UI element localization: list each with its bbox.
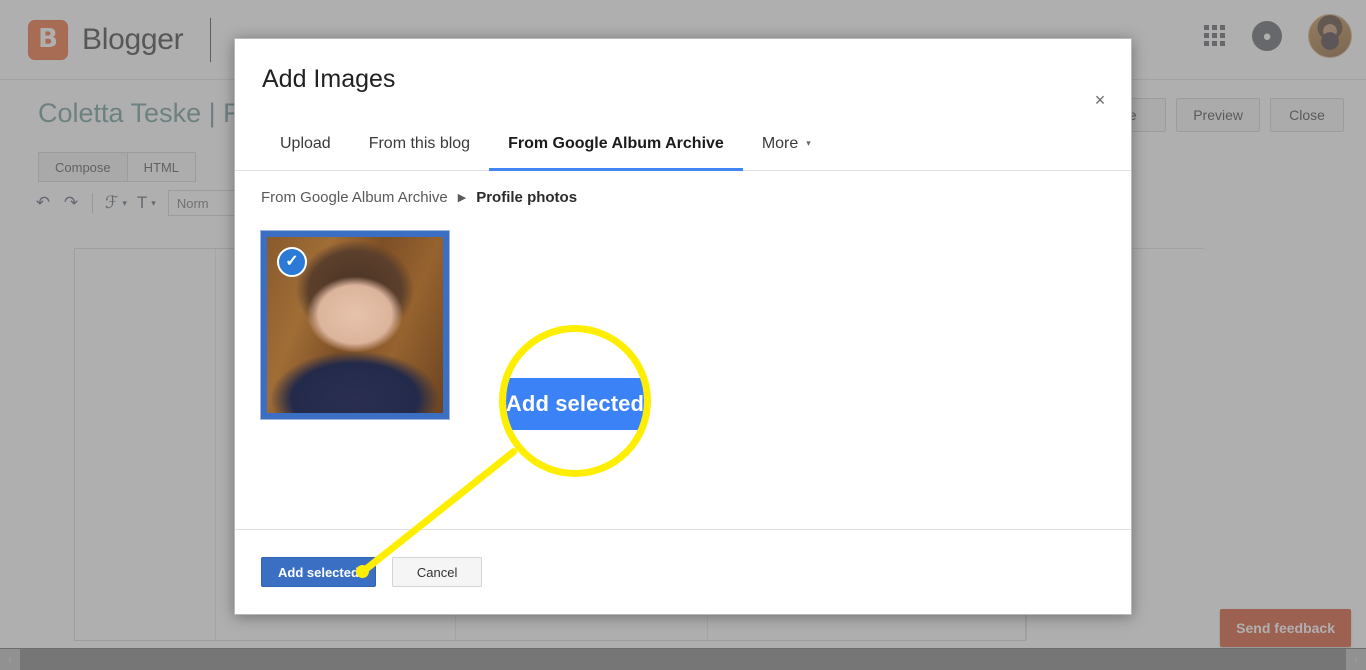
dialog-title: Add Images [262,65,396,93]
cancel-button[interactable]: Cancel [391,557,483,587]
screenshot-root: B Blogger ● Coletta Teske | Fr.. ve Prev… [0,0,1366,670]
tab-from-google-album-archive[interactable]: From Google Album Archive [489,117,743,171]
tab-more-label: More [761,134,799,152]
tab-more[interactable]: More ▾ [743,117,830,170]
breadcrumb: From Google Album Archive ▶ Profile phot… [261,189,577,206]
dialog-body: From Google Album Archive ▶ Profile phot… [235,171,1131,530]
tab-from-this-blog[interactable]: From this blog [350,117,489,170]
close-icon[interactable]: × [1087,87,1113,113]
tab-from-this-blog-label: From this blog [368,134,471,152]
breadcrumb-current: Profile photos [476,189,578,206]
list-item[interactable]: ✓ [261,231,449,419]
add-selected-button[interactable]: Add selected [261,557,376,587]
dialog-header: Add Images × [235,39,1131,117]
selected-check-icon[interactable]: ✓ [277,247,307,277]
tab-upload-label: Upload [280,134,331,152]
breadcrumb-separator-icon: ▶ [457,192,467,204]
tab-from-google-album-archive-label: From Google Album Archive [508,134,724,152]
dialog-footer: Add selected Cancel [235,530,1131,614]
thumbnail-grid: ✓ [249,219,461,431]
dialog-tabs: Upload From this blog From Google Album … [235,117,1131,171]
breadcrumb-root[interactable]: From Google Album Archive [261,189,448,206]
add-images-dialog: Add Images × Upload From this blog From … [234,38,1132,615]
chevron-down-icon: ▾ [806,138,811,148]
tab-upload[interactable]: Upload [261,117,350,170]
